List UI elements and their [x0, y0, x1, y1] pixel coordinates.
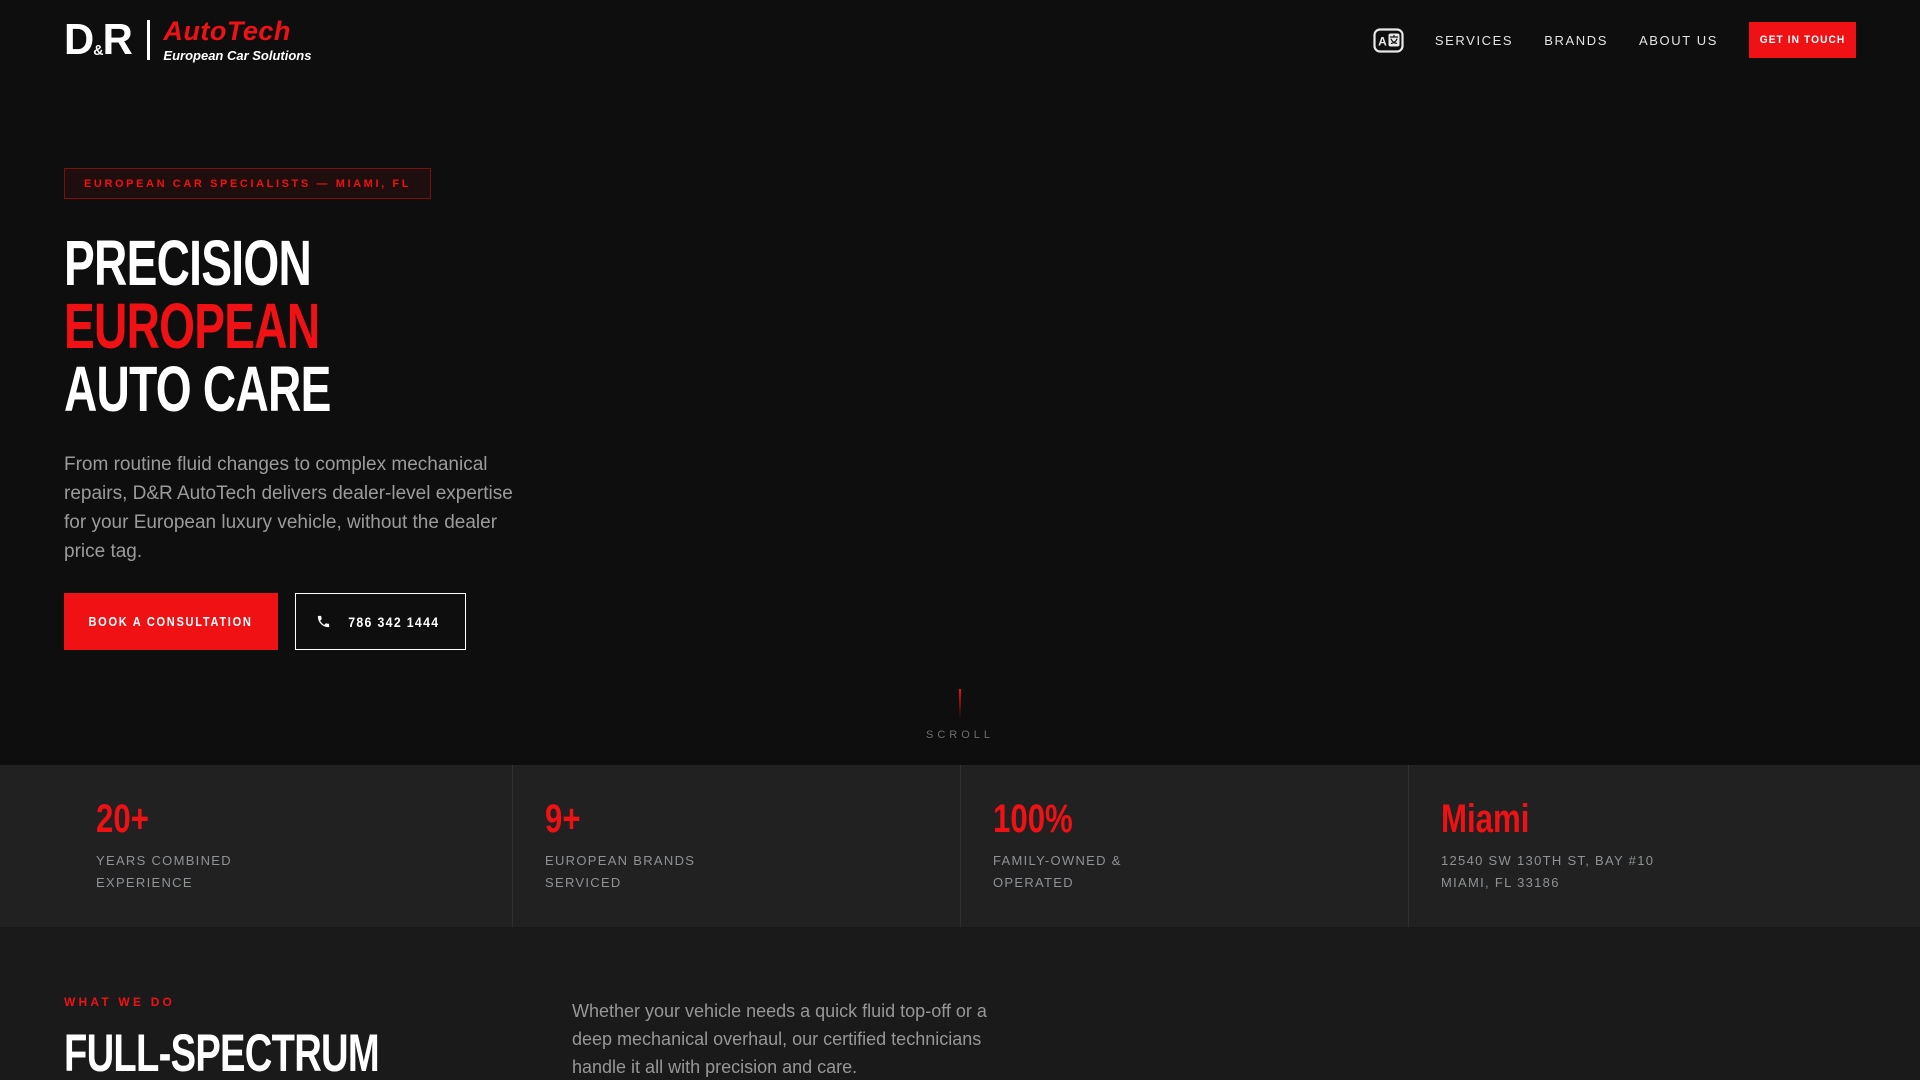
hero-badge: EUROPEAN CAR SPECIALISTS — MIAMI, FL [64, 168, 432, 199]
logo-wordmark: AutoTech European Car Solutions [163, 16, 312, 63]
hero-description: From routine fluid changes to complex me… [64, 454, 513, 562]
stat-label: 12540 SW 130TH ST, BAY #10 MIAMI, FL 331… [1441, 852, 1655, 890]
stat-experience: 20+ YEARS COMBINED EXPERIENCE [64, 765, 512, 927]
scroll-line-icon [959, 689, 961, 717]
stat-value: 100% [993, 796, 1073, 841]
get-in-touch-button[interactable]: GET IN TOUCH [1749, 22, 1856, 58]
stat-brands: 9+ EUROPEAN BRANDS SERVICED [512, 765, 960, 927]
logo-divider [147, 20, 151, 60]
stat-label: YEARS COMBINED EXPERIENCE [96, 852, 232, 890]
hero-section: EUROPEAN CAR SPECIALISTS — MIAMI, FL PRE… [0, 80, 1920, 765]
phone-icon [317, 615, 329, 628]
services-description: Whether your vehicle needs a quick fluid… [572, 1001, 987, 1077]
get-in-touch-label: GET IN TOUCH [1759, 34, 1846, 46]
stat-label: FAMILY-OWNED & OPERATED [993, 852, 1122, 890]
stat-label: EUROPEAN BRANDS SERVICED [545, 852, 696, 890]
nav-link-about-us[interactable]: ABOUT US [1639, 33, 1718, 48]
scroll-label: SCROLL [925, 729, 995, 741]
book-consultation-button[interactable]: BOOK A CONSULTATION [64, 593, 278, 650]
translate-icon: A [1373, 27, 1404, 53]
stats-band: 20+ YEARS COMBINED EXPERIENCE 9+ EUROPEA… [0, 765, 1920, 927]
phone-number-label: 786 342 1444 [347, 613, 440, 630]
translate-button[interactable]: A [1373, 27, 1404, 53]
stat-family-owned: 100% FAMILY-OWNED & OPERATED [960, 765, 1408, 927]
main-nav: A SERVICES BRANDS ABOUT US GET IN TOUCH [1373, 22, 1856, 58]
services-title: FULL-SPECTRUM [64, 1024, 380, 1080]
hero-title-line-1: PRECISION [64, 227, 312, 299]
services-eyebrow: WHAT WE DO [64, 995, 176, 1009]
site-header: D & R AutoTech European Car Solutions A SE… [0, 0, 1920, 80]
scroll-indicator: SCROLL [926, 689, 994, 741]
nav-link-brands[interactable]: BRANDS [1544, 33, 1608, 48]
services-heading-block: WHAT WE DO FULL-SPECTRUM [64, 995, 572, 1080]
svg-text:A: A [1378, 34, 1387, 48]
logo-ampersand: & [93, 42, 103, 59]
book-consultation-label: BOOK A CONSULTATION [88, 614, 254, 629]
stat-location: Miami 12540 SW 130TH ST, BAY #10 MIAMI, … [1408, 765, 1856, 927]
stat-value: 9+ [545, 796, 581, 841]
hero-cta-row: BOOK A CONSULTATION 786 342 1444 [64, 593, 1856, 650]
phone-button[interactable]: 786 342 1444 [295, 593, 466, 650]
nav-link-services[interactable]: SERVICES [1435, 33, 1513, 48]
stat-value: 20+ [96, 796, 149, 841]
logo-dr-monogram: D & R [64, 15, 133, 64]
logo-tagline: European Car Solutions [163, 48, 312, 63]
logo[interactable]: D & R AutoTech European Car Solutions [64, 15, 312, 64]
services-intro-block: Whether your vehicle needs a quick fluid… [572, 995, 1024, 1080]
logo-name: AutoTech [163, 16, 291, 46]
stat-value: Miami [1441, 796, 1530, 841]
hero-title: PRECISION EUROPEAN AUTO CARE [64, 227, 1856, 425]
hero-title-line-2: EUROPEAN [64, 290, 320, 362]
services-section: WHAT WE DO FULL-SPECTRUM Whether your ve… [0, 927, 1920, 1080]
hero-title-line-3: AUTO CARE [64, 353, 331, 425]
